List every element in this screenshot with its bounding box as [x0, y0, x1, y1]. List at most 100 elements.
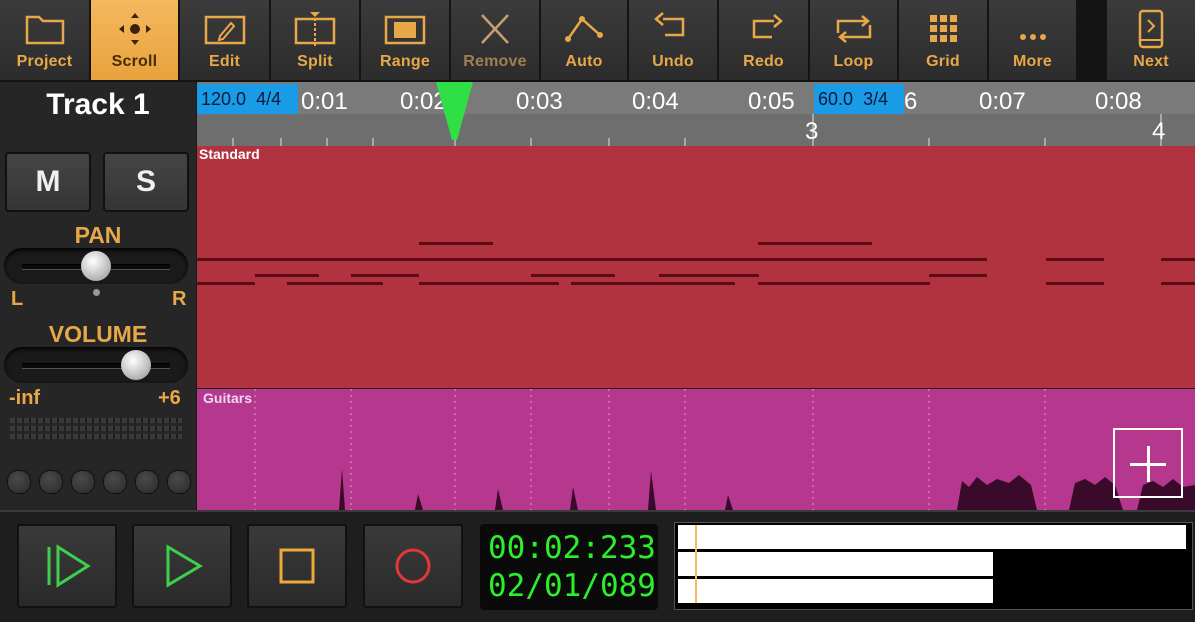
midi-note[interactable] [419, 282, 559, 285]
undo-button[interactable]: Undo [629, 0, 717, 80]
tempo-marker[interactable]: 60.0 3/4 [814, 84, 904, 114]
record-button[interactable] [363, 524, 463, 608]
level-peak [695, 525, 697, 603]
indicator-dot [71, 470, 95, 494]
pan-center-dot [93, 289, 100, 296]
midi-note[interactable] [929, 274, 987, 277]
redo-label: Redo [743, 53, 784, 70]
track-name: Standard [199, 146, 260, 162]
track-guitars[interactable]: Guitars [197, 389, 1195, 510]
next-button[interactable]: Next [1107, 0, 1195, 80]
pan-left-label: L [11, 288, 24, 310]
track-panel: Track 1 M S PAN L R VOLUME -inf +6 [0, 82, 196, 510]
more-button[interactable]: More [989, 0, 1076, 80]
midi-note[interactable] [1161, 282, 1195, 285]
stop-icon [279, 548, 315, 584]
timeline-ruler[interactable]: 120.0 4/4 60.0 3/4 0:01 0:02 0:03 0:04 0… [197, 82, 1195, 146]
tempo-signature: 3/4 [863, 88, 889, 109]
tempo-signature: 4/4 [256, 88, 282, 109]
midi-note[interactable] [659, 274, 759, 277]
position-readout: 02/01/089 [488, 568, 656, 604]
remove-label: Remove [463, 53, 527, 70]
midi-note[interactable] [419, 242, 493, 245]
record-icon [395, 548, 431, 584]
level-meter [10, 418, 182, 423]
volume-label: VOLUME [48, 321, 148, 347]
midi-note[interactable] [758, 242, 872, 245]
undo-icon [654, 12, 685, 37]
next-label: Next [1133, 53, 1169, 70]
time-label: 6 [904, 88, 918, 115]
midi-note[interactable] [1161, 258, 1195, 261]
edit-button[interactable]: Edit [180, 0, 269, 80]
play-icon [166, 544, 203, 588]
x-icon [481, 14, 509, 44]
indicator-dot [167, 470, 191, 494]
transport-bar: 00:02:233 02/01/089 [0, 510, 1195, 622]
audio-waveform [339, 469, 1195, 510]
remove-button[interactable]: Remove [451, 0, 539, 80]
time-display[interactable]: 00:02:233 02/01/089 [480, 524, 658, 610]
time-readout: 00:02:233 [488, 530, 656, 566]
time-label: 0:07 [979, 88, 1026, 115]
playhead-marker[interactable] [435, 82, 475, 144]
volume-min-label: -inf [9, 387, 41, 409]
more-label: More [1012, 53, 1053, 70]
midi-note[interactable] [758, 282, 930, 285]
mute-button[interactable]: M [5, 152, 91, 212]
midi-note[interactable] [1046, 282, 1104, 285]
time-label: 0:01 [301, 88, 348, 115]
pan-label: PAN [74, 222, 122, 248]
midi-note[interactable] [571, 282, 735, 285]
play-from-start-button[interactable] [17, 524, 117, 608]
tempo-marker[interactable]: 120.0 4/4 [197, 84, 298, 114]
grid-button[interactable]: Grid [899, 0, 987, 80]
grid-lines [254, 389, 1195, 510]
loop-button[interactable]: Loop [810, 0, 897, 80]
midi-note[interactable] [287, 282, 383, 285]
midi-note[interactable] [531, 274, 615, 277]
more-dots-icon [1019, 34, 1046, 40]
volume-max-label: +6 [158, 387, 181, 409]
range-label: Range [380, 53, 430, 70]
track-title[interactable]: Track 1 [0, 88, 196, 122]
pan-slider-thumb[interactable] [81, 251, 111, 281]
midi-note[interactable] [255, 274, 319, 277]
indicator-dot [7, 470, 31, 494]
scroll-button[interactable]: Scroll [91, 0, 178, 80]
redo-button[interactable]: Redo [719, 0, 808, 80]
midi-note[interactable] [197, 258, 987, 261]
auto-button[interactable]: Auto [541, 0, 627, 80]
edit-label: Edit [208, 53, 241, 70]
toolbar: Project Scroll Edit Split Range Remove A… [0, 0, 1195, 82]
redo-icon [752, 14, 783, 39]
ruler-ticks [232, 114, 1162, 146]
range-button[interactable]: Range [361, 0, 449, 80]
project-label: Project [16, 53, 73, 70]
split-button[interactable]: Split [271, 0, 359, 80]
midi-note[interactable] [1046, 258, 1104, 261]
grid-icon [930, 15, 957, 42]
pan-right-label: R [172, 288, 187, 310]
bar-number: 3 [805, 118, 819, 145]
pencil-icon [204, 15, 245, 45]
time-label: 0:05 [748, 88, 795, 115]
solo-button[interactable]: S [103, 152, 189, 212]
bar-ruler[interactable] [197, 114, 1195, 146]
project-button[interactable]: Project [0, 0, 89, 80]
add-track-button[interactable] [1113, 428, 1183, 498]
midi-note[interactable] [197, 282, 255, 285]
level-meter [10, 434, 182, 439]
track-standard[interactable]: Standard [197, 146, 1195, 388]
scroll-label: Scroll [111, 53, 158, 70]
play-from-start-icon [47, 544, 91, 588]
volume-slider[interactable] [4, 347, 188, 383]
volume-slider-thumb[interactable] [120, 350, 151, 380]
level-bar [678, 552, 993, 576]
pan-slider[interactable] [4, 248, 188, 284]
midi-note[interactable] [351, 274, 419, 277]
folder-icon [25, 15, 64, 45]
play-button[interactable] [132, 524, 232, 608]
stop-button[interactable] [247, 524, 347, 608]
undo-label: Undo [652, 53, 694, 70]
